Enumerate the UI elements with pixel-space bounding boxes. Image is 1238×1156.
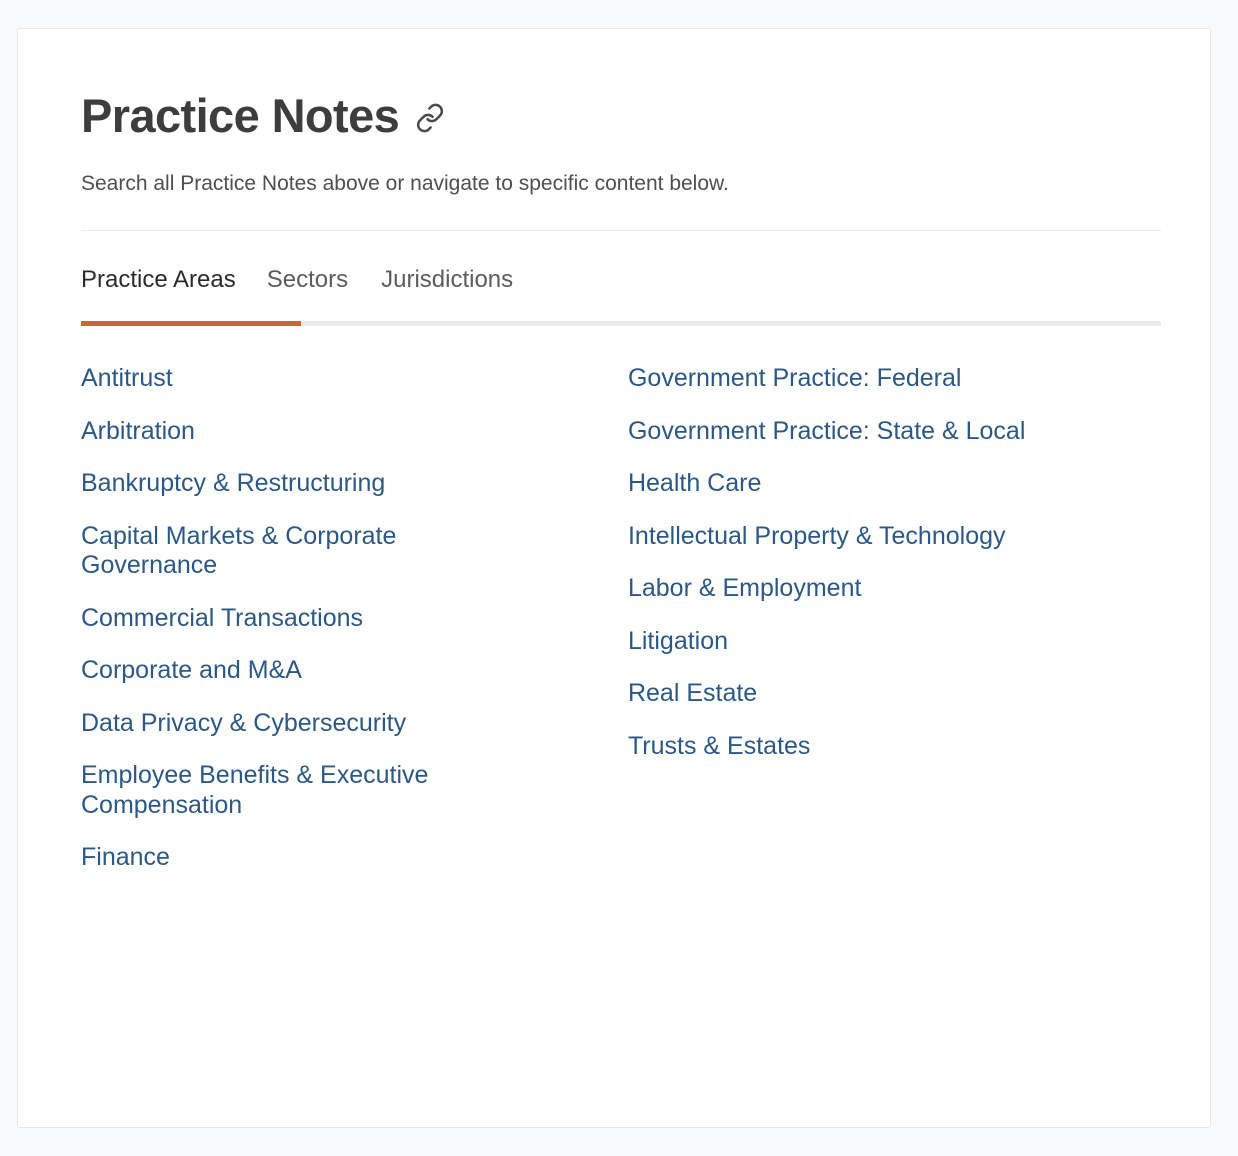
list-item[interactable]: Labor & Employment (628, 574, 1147, 604)
tab-underline-track (81, 321, 1161, 327)
practice-areas-right-column: Government Practice: Federal Government … (628, 364, 1147, 896)
breadcrumb-item-current: Practice Notes (99, 0, 186, 2)
breadcrumb-separator: / (77, 0, 95, 2)
breadcrumb-item-home[interactable]: Home (38, 0, 73, 2)
list-item[interactable]: Data Privacy & Cybersecurity (81, 709, 511, 739)
tab-practice-areas[interactable]: Practice Areas (81, 266, 267, 293)
tab-jurisdictions[interactable]: Jurisdictions (381, 266, 546, 293)
list-item[interactable]: Real Estate (628, 679, 1147, 709)
list-item[interactable]: Bankruptcy & Restructuring (81, 469, 511, 499)
page-title-text: Practice Notes (81, 89, 400, 142)
list-item[interactable]: Health Care (628, 469, 1147, 499)
list-item[interactable]: Antitrust (81, 364, 511, 394)
list-item[interactable]: Corporate and M&A (81, 656, 511, 686)
practice-areas-list: Antitrust Arbitration Bankruptcy & Restr… (81, 364, 1147, 896)
page-title: Practice Notes (81, 91, 1147, 140)
tab-sectors[interactable]: Sectors (267, 266, 381, 293)
list-item[interactable]: Finance (81, 843, 511, 873)
header-divider (81, 229, 1161, 231)
list-item[interactable]: Employee Benefits & Executive Compensati… (81, 761, 511, 820)
tab-bar: Practice Areas Sectors Jurisdictions (81, 266, 1147, 293)
practice-areas-left-column: Antitrust Arbitration Bankruptcy & Restr… (81, 364, 628, 896)
list-item[interactable]: Trusts & Estates (628, 732, 1147, 762)
link-icon[interactable] (413, 101, 447, 135)
list-item[interactable]: Litigation (628, 627, 1147, 657)
tab-active-indicator (81, 321, 301, 327)
list-item[interactable]: Intellectual Property & Technology (628, 522, 1147, 552)
list-item[interactable]: Arbitration (81, 417, 511, 447)
list-item[interactable]: Government Practice: Federal (628, 364, 1147, 394)
list-item[interactable]: Commercial Transactions (81, 604, 511, 634)
list-item[interactable]: Capital Markets & Corporate Governance (81, 522, 511, 581)
practice-notes-card: Practice Notes Search all Practice Notes… (17, 28, 1211, 1128)
card-content: Practice Notes Search all Practice Notes… (18, 29, 1210, 896)
breadcrumb[interactable]: Home / Practice Notes (38, 0, 1038, 5)
list-item[interactable]: Government Practice: State & Local (628, 417, 1147, 447)
page-subtitle: Search all Practice Notes above or navig… (81, 172, 729, 196)
